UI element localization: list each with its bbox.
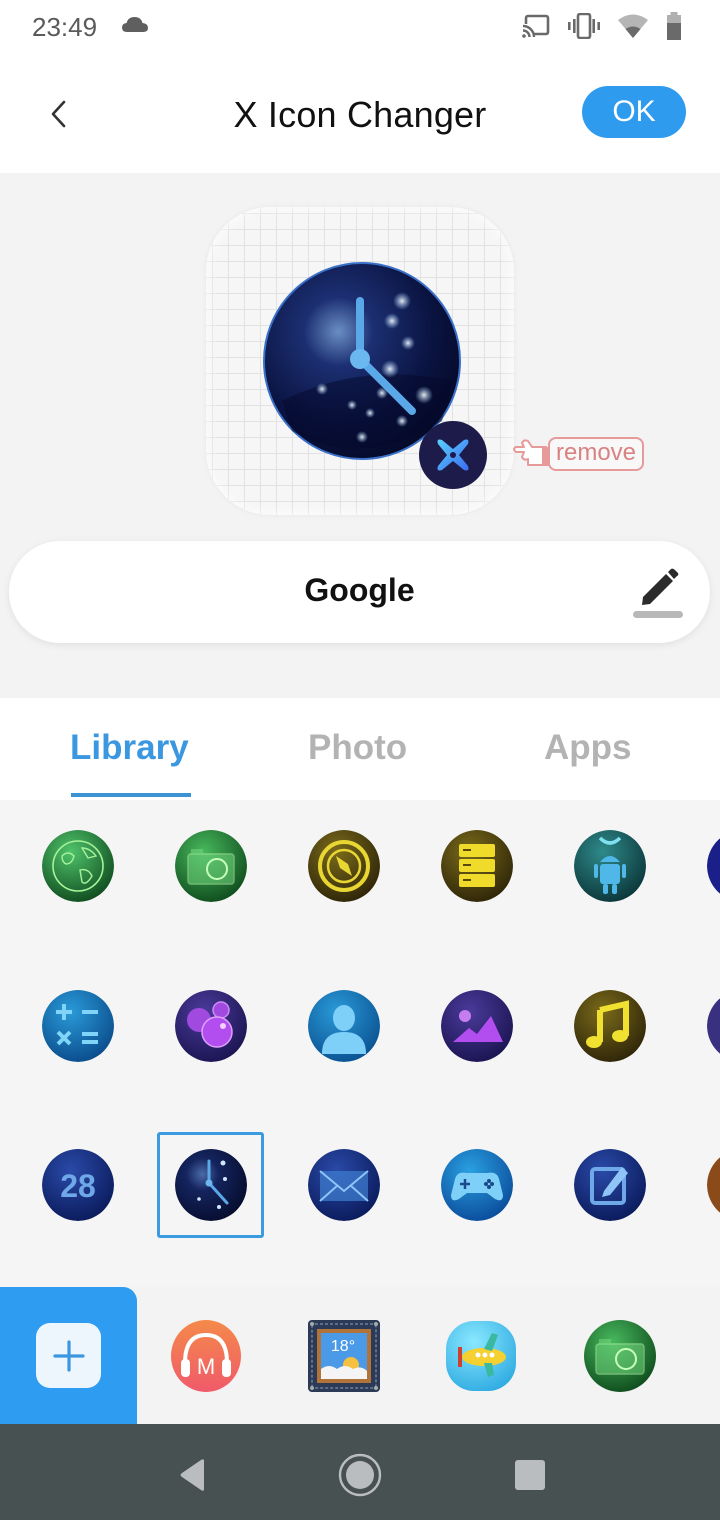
recent-icons-dock: M 18°: [0, 1287, 720, 1424]
icon-name-value: Google: [304, 572, 415, 608]
pointing-hand-icon: [513, 439, 549, 466]
airplane-game-icon[interactable]: [444, 1319, 518, 1393]
home-circle-icon: [338, 1453, 382, 1497]
source-tabs: Library Photo Apps: [0, 698, 720, 800]
music-icon[interactable]: [574, 990, 646, 1062]
icon-name-field[interactable]: Google: [9, 541, 710, 643]
recents-square-icon: [515, 1460, 545, 1490]
icon-preview-area: remove Google: [0, 173, 720, 698]
back-triangle-icon: [180, 1459, 204, 1491]
globe-icon[interactable]: [42, 830, 114, 902]
pencil-icon: [633, 568, 683, 618]
nav-home-button[interactable]: [335, 1450, 385, 1500]
edit-name-button[interactable]: [632, 565, 684, 621]
contacts-icon[interactable]: [308, 990, 380, 1062]
x-icon-changer-logo: [437, 439, 469, 471]
calendar-28-icon[interactable]: 28: [42, 1149, 114, 1221]
cloud-icon: [122, 17, 148, 32]
x-icon-changer-badge: [419, 421, 487, 489]
weather-temp: 18°: [331, 1338, 355, 1355]
tab-library[interactable]: Library: [70, 728, 189, 768]
weather-icon[interactable]: 18°: [307, 1319, 381, 1393]
notes-icon[interactable]: [574, 1149, 646, 1221]
status-time: 23:49: [32, 12, 98, 42]
system-nav-bar: [0, 1424, 720, 1520]
music-letter: M: [197, 1354, 215, 1379]
bubbles-icon[interactable]: [175, 990, 247, 1062]
tab-indicator: [71, 793, 191, 797]
camera-icon[interactable]: [583, 1319, 657, 1393]
camera-icon[interactable]: [175, 830, 247, 902]
wifi-icon: [618, 14, 648, 38]
gamepad-icon[interactable]: [441, 1149, 513, 1221]
remove-hint[interactable]: remove: [512, 437, 645, 471]
clock-icon[interactable]: [175, 1149, 247, 1221]
plus-icon: [52, 1339, 85, 1372]
nav-recents-button[interactable]: [505, 1450, 555, 1500]
tab-photo[interactable]: Photo: [308, 728, 407, 768]
compass-icon[interactable]: [308, 830, 380, 902]
android-icon[interactable]: [574, 830, 646, 902]
calculator-icon[interactable]: [42, 990, 114, 1062]
music-m-icon[interactable]: M: [169, 1319, 243, 1393]
library-icon-grid: 28: [0, 800, 720, 1287]
cast-icon: [522, 14, 550, 38]
gallery-icon[interactable]: [441, 990, 513, 1062]
vibrate-icon: [568, 13, 600, 39]
add-panel: [0, 1287, 137, 1424]
partial-purple-icon[interactable]: [707, 990, 720, 1062]
storage-icon[interactable]: [441, 830, 513, 902]
calendar-day-label: 28: [60, 1168, 96, 1204]
tab-apps[interactable]: Apps: [544, 728, 632, 768]
app-header: X Icon Changer OK: [0, 56, 720, 173]
partial-orange-icon[interactable]: [707, 1149, 720, 1221]
mail-icon[interactable]: [308, 1149, 380, 1221]
ok-button[interactable]: OK: [582, 86, 686, 138]
nav-back-button[interactable]: [168, 1450, 218, 1500]
status-bar: 23:49: [0, 0, 720, 56]
add-icon-button[interactable]: [36, 1323, 101, 1388]
partial-blue-icon[interactable]: [707, 830, 720, 902]
battery-icon: [667, 12, 681, 40]
remove-label[interactable]: remove: [548, 437, 645, 471]
